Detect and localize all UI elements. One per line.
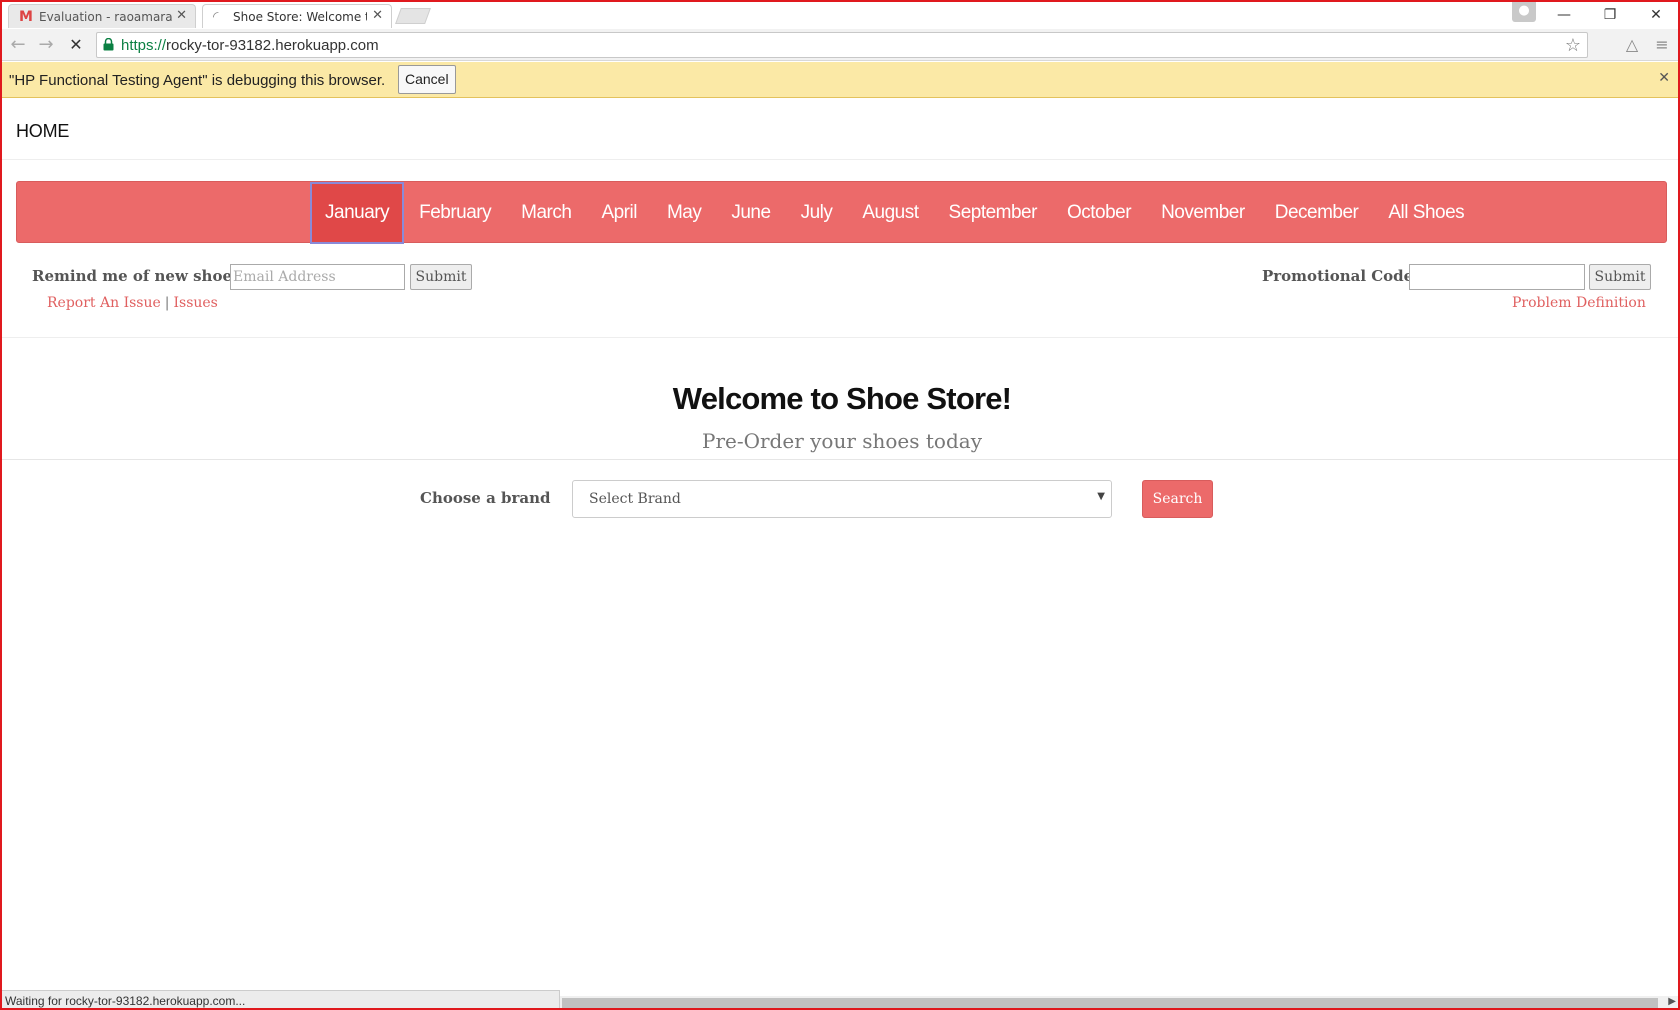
month-tab-march[interactable]: March bbox=[506, 182, 586, 244]
month-tab-july[interactable]: July bbox=[786, 182, 848, 244]
url-text: https://rocky-tor-93182.herokuapp.com bbox=[121, 37, 379, 54]
link-separator: | bbox=[164, 295, 170, 311]
email-input[interactable] bbox=[230, 264, 405, 290]
browser-window: M Evaluation - raoamara@g ✕ ◜ Shoe Store… bbox=[0, 0, 1680, 1010]
issues-link[interactable]: Issues bbox=[173, 295, 217, 311]
debug-infobar: "HP Functional Testing Agent" is debuggi… bbox=[2, 62, 1678, 98]
month-nav: January February March April May June July Augu… bbox=[16, 181, 1667, 244]
page-content: HOME January February March April May June Jul… bbox=[2, 99, 1678, 989]
drive-icon[interactable]: △ bbox=[1620, 33, 1644, 57]
month-tab-november[interactable]: November bbox=[1146, 182, 1260, 244]
month-tab-may[interactable]: May bbox=[652, 182, 716, 244]
bookmark-star-icon[interactable]: ☆ bbox=[1565, 35, 1581, 56]
month-tab-june[interactable]: June bbox=[716, 182, 785, 244]
infobar-cancel-button[interactable]: Cancel bbox=[398, 65, 456, 94]
scrollbar-thumb[interactable] bbox=[562, 998, 1658, 1008]
month-tab-all-shoes[interactable]: All Shoes bbox=[1373, 182, 1479, 244]
infobar-text: "HP Functional Testing Agent" is debuggi… bbox=[9, 72, 386, 89]
gmail-icon: M bbox=[19, 9, 33, 25]
brand-select-value: Select Brand bbox=[589, 491, 681, 507]
remind-submit-button[interactable]: Submit bbox=[410, 264, 472, 290]
problem-definition-link[interactable]: Problem Definition bbox=[1512, 295, 1646, 311]
browser-toolbar: ← → ✕ https://rocky-tor-93182.herokuapp.… bbox=[2, 29, 1678, 61]
profile-icon[interactable]: ● bbox=[1512, 2, 1536, 22]
address-bar[interactable]: https://rocky-tor-93182.herokuapp.com ☆ bbox=[96, 32, 1588, 58]
minimize-icon[interactable]: — bbox=[1544, 4, 1584, 26]
month-tab-august[interactable]: August bbox=[847, 182, 933, 244]
tab-shoe-store[interactable]: ◜ Shoe Store: Welcome to tl ✕ bbox=[202, 4, 392, 28]
report-issue-link[interactable]: Report An Issue bbox=[47, 295, 161, 311]
promo-label: Promotional Code bbox=[1262, 267, 1414, 285]
forward-icon[interactable]: → bbox=[34, 33, 58, 57]
divider bbox=[2, 337, 1678, 338]
tab-bar: M Evaluation - raoamara@g ✕ ◜ Shoe Store… bbox=[2, 2, 1678, 29]
tab-title: Evaluation - raoamara@g bbox=[39, 10, 173, 24]
menu-icon[interactable]: ≡ bbox=[1650, 33, 1674, 57]
horizontal-scrollbar[interactable]: ▶ bbox=[560, 996, 1678, 1008]
divider bbox=[2, 159, 1678, 160]
page-subtitle: Pre-Order your shoes today bbox=[701, 429, 982, 453]
infobar-close-icon[interactable]: ✕ bbox=[1658, 70, 1670, 86]
divider bbox=[2, 459, 1678, 460]
issue-links: Report An Issue | Issues bbox=[47, 295, 218, 311]
promo-code-input[interactable] bbox=[1409, 264, 1585, 290]
promo-submit-button[interactable]: Submit bbox=[1589, 264, 1651, 290]
dropdown-arrow-icon: ▼ bbox=[1097, 491, 1105, 502]
month-tab-october[interactable]: October bbox=[1052, 182, 1146, 244]
remind-label: Remind me of new shoes bbox=[32, 267, 241, 285]
tab-close-icon[interactable]: ✕ bbox=[372, 8, 383, 23]
stop-loading-icon[interactable]: ✕ bbox=[64, 33, 88, 57]
new-tab-button[interactable] bbox=[395, 8, 431, 24]
month-tab-april[interactable]: April bbox=[586, 182, 652, 244]
month-tab-september[interactable]: September bbox=[934, 182, 1052, 244]
back-icon[interactable]: ← bbox=[6, 33, 30, 57]
home-link[interactable]: HOME bbox=[16, 121, 69, 142]
scroll-right-icon[interactable]: ▶ bbox=[1668, 996, 1676, 1007]
loading-icon: ◜ bbox=[213, 9, 219, 25]
window-close-icon[interactable]: ✕ bbox=[1636, 4, 1676, 26]
tab-gmail[interactable]: M Evaluation - raoamara@g ✕ bbox=[8, 4, 196, 28]
status-bar: Waiting for rocky-tor-93182.herokuapp.co… bbox=[2, 990, 560, 1008]
tab-close-icon[interactable]: ✕ bbox=[176, 8, 187, 23]
page-title: Welcome to Shoe Store! bbox=[672, 381, 1012, 416]
brand-label: Choose a brand bbox=[420, 489, 551, 507]
tab-title: Shoe Store: Welcome to tl bbox=[233, 10, 367, 24]
brand-select[interactable]: Select Brand ▼ bbox=[572, 480, 1112, 518]
lock-icon bbox=[103, 38, 114, 51]
month-tab-february[interactable]: February bbox=[404, 182, 506, 244]
search-button[interactable]: Search bbox=[1142, 480, 1213, 518]
month-tab-january[interactable]: January bbox=[310, 182, 405, 244]
month-list: January February March April May June July Augu… bbox=[310, 182, 1479, 244]
month-tab-december[interactable]: December bbox=[1260, 182, 1374, 244]
restore-icon[interactable]: ❐ bbox=[1590, 4, 1630, 26]
